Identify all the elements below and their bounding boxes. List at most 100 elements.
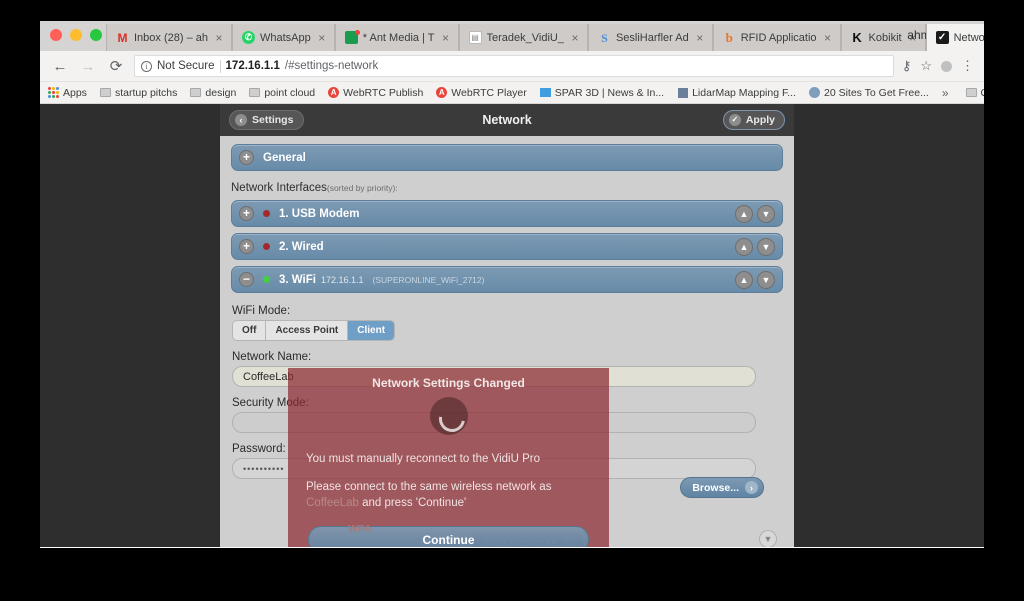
reorder-controls: ▲ ▼ (735, 270, 775, 289)
status-badge (263, 243, 270, 250)
move-down-icon[interactable]: ▼ (757, 204, 775, 223)
bookmark-design[interactable]: design (190, 87, 236, 99)
security-mode-dropdown-icon[interactable]: ▼ (759, 530, 777, 547)
general-panel[interactable]: + General (231, 144, 783, 171)
page-title: Network (482, 113, 532, 127)
bookmark-label: WebRTC Publish (343, 86, 424, 99)
globe-icon (808, 87, 820, 98)
bookmark-apps[interactable]: Apps (48, 87, 87, 99)
bookmark-point-cloud[interactable]: point cloud (249, 87, 315, 99)
interface-row-wifi[interactable]: − 3. WiFi 172.16.1.1 (SUPERONLINE_WiFi_2… (231, 266, 783, 293)
bookmark-other-bookmarks[interactable]: Other Bookmarks (965, 87, 984, 99)
browser-tabstrip: M Inbox (28) – ah × ✆ WhatsApp × * Ant M… (40, 21, 984, 51)
browser-tab-whatsapp[interactable]: ✆ WhatsApp × (232, 24, 335, 51)
divider (219, 59, 221, 73)
tab-title: RFID Applicatio (740, 31, 817, 44)
profile-icon[interactable] (941, 60, 952, 72)
modal-line2-prefix: Please connect to the same wireless netw… (306, 480, 552, 493)
modal-line2-suffix: and press 'Continue' (358, 497, 467, 510)
close-icon[interactable]: × (440, 32, 452, 44)
bookmark-webrtc-publish[interactable]: A WebRTC Publish (328, 87, 423, 99)
network-name-label: Network Name: (232, 351, 312, 363)
wifi-mode-label: WiFi Mode: (232, 305, 291, 317)
page-viewport: ‹ Settings Network ✓ Apply + General Net… (40, 104, 984, 547)
bookmark-spar3d[interactable]: SPAR 3D | News & In... (539, 86, 665, 99)
back-icon[interactable]: ← (50, 56, 70, 76)
maximize-window-button[interactable] (90, 29, 102, 41)
interfaces-title: Network Interfaces (231, 182, 327, 194)
address-bar[interactable]: i Not Secure 172.16.1.1 /#settings-netwo… (134, 55, 894, 77)
security-status-label: Not Secure (157, 60, 215, 72)
browser-tab-antmedia[interactable]: * Ant Media | T × (334, 24, 459, 51)
browse-button[interactable]: Browse... › (680, 477, 764, 498)
browser-toolbar: ← → ⟳ i Not Secure 172.16.1.1 /#settings… (40, 51, 984, 82)
check-icon: ✓ (728, 114, 741, 126)
bookmark-label: LidarMap Mapping F... (692, 86, 796, 99)
browser-window: M Inbox (28) – ah × ✆ WhatsApp × * Ant M… (40, 21, 984, 548)
info-icon[interactable]: i (141, 60, 152, 72)
expand-icon[interactable]: + (239, 150, 254, 165)
whatsapp-icon: ✆ (242, 31, 255, 44)
collapse-icon[interactable]: − (239, 272, 254, 287)
tab-title: * Ant Media | T (362, 31, 435, 44)
apps-grid-icon (48, 87, 59, 98)
close-icon[interactable]: × (694, 32, 706, 44)
tab-title: Inbox (28) – ah (134, 31, 208, 44)
app-header: ‹ Settings Network ✓ Apply (220, 104, 794, 136)
document-icon: ▤ (468, 31, 482, 44)
browser-tab-inbox[interactable]: M Inbox (28) – ah × (106, 24, 232, 51)
key-icon[interactable]: ⚷ (902, 58, 912, 74)
browser-tab-teradek[interactable]: ▤ Teradek_VidiU_ × (458, 24, 588, 51)
chevron-left-icon: ‹ (235, 114, 247, 126)
browser-tab-rfid[interactable]: b RFID Applicatio × (712, 24, 841, 51)
continue-button[interactable]: Continue (308, 526, 589, 547)
close-window-button[interactable] (50, 29, 62, 41)
move-up-icon[interactable]: ▲ (735, 204, 753, 223)
browse-button-label: Browse... (692, 481, 739, 494)
back-to-settings-button[interactable]: ‹ Settings (229, 110, 305, 130)
reorder-controls: ▲ ▼ (735, 237, 775, 256)
tab-title: SesliHarfler Ad (615, 31, 689, 44)
wifi-mode-option-off[interactable]: Off (233, 321, 267, 340)
browser-tab-sesliharfler[interactable]: S SesliHarfler Ad × (587, 24, 713, 51)
omnibox-actions: ⚷ ☆ ⋮ (902, 58, 974, 74)
close-icon[interactable]: × (569, 32, 581, 44)
menu-icon[interactable]: ⋮ (961, 59, 974, 72)
bookmark-label: SPAR 3D | News & In... (554, 86, 665, 99)
bookmark-label: Apps (63, 86, 87, 99)
close-icon[interactable]: × (316, 32, 328, 44)
close-icon[interactable]: × (213, 32, 225, 44)
move-up-icon[interactable]: ▲ (735, 237, 753, 256)
interface-row-usb-modem[interactable]: + 1. USB Modem ▲ ▼ (231, 200, 783, 227)
bookmark-label: WebRTC Player (451, 86, 527, 99)
wifi-mode-option-client[interactable]: Client (348, 321, 395, 340)
folder-icon (965, 87, 977, 98)
bookmark-lidarmap[interactable]: LidarMap Mapping F... (677, 87, 796, 99)
interface-name: 1. USB Modem (279, 207, 360, 220)
bookmark-label: Other Bookmarks (981, 87, 984, 99)
apply-button[interactable]: ✓ Apply (722, 110, 785, 130)
star-icon[interactable]: ☆ (920, 58, 932, 74)
window-traffic-lights (50, 29, 102, 41)
url-host: 172.16.1.1 (225, 60, 280, 72)
interface-row-wired[interactable]: + 2. Wired ▲ ▼ (231, 233, 783, 260)
wifi-mode-option-access-point[interactable]: Access Point (266, 321, 349, 340)
sesliharfler-icon: S (601, 30, 608, 45)
minimize-window-button[interactable] (70, 29, 82, 41)
forward-icon[interactable]: → (78, 56, 98, 76)
reload-icon[interactable]: ⟳ (106, 56, 126, 76)
bookmark-startup-pitchs[interactable]: startup pitchs (99, 87, 177, 99)
wifi-mode-segmented-control[interactable]: Off Access Point Client (232, 320, 396, 341)
expand-icon[interactable]: + (239, 239, 254, 254)
browser-tab-network[interactable]: ✓ Network × (925, 24, 984, 51)
bookmark-20-sites[interactable]: 20 Sites To Get Free... (808, 87, 929, 99)
move-down-icon[interactable]: ▼ (757, 270, 775, 289)
interfaces-subtitle: (sorted by priority): (326, 183, 398, 193)
move-up-icon[interactable]: ▲ (735, 270, 753, 289)
move-down-icon[interactable]: ▼ (757, 237, 775, 256)
tab-title: WhatsApp (260, 31, 311, 44)
expand-icon[interactable]: + (239, 206, 254, 221)
close-icon[interactable]: × (822, 32, 834, 44)
bookmark-webrtc-player[interactable]: A WebRTC Player (436, 86, 527, 99)
bookmarks-overflow-icon[interactable]: » (942, 86, 953, 100)
